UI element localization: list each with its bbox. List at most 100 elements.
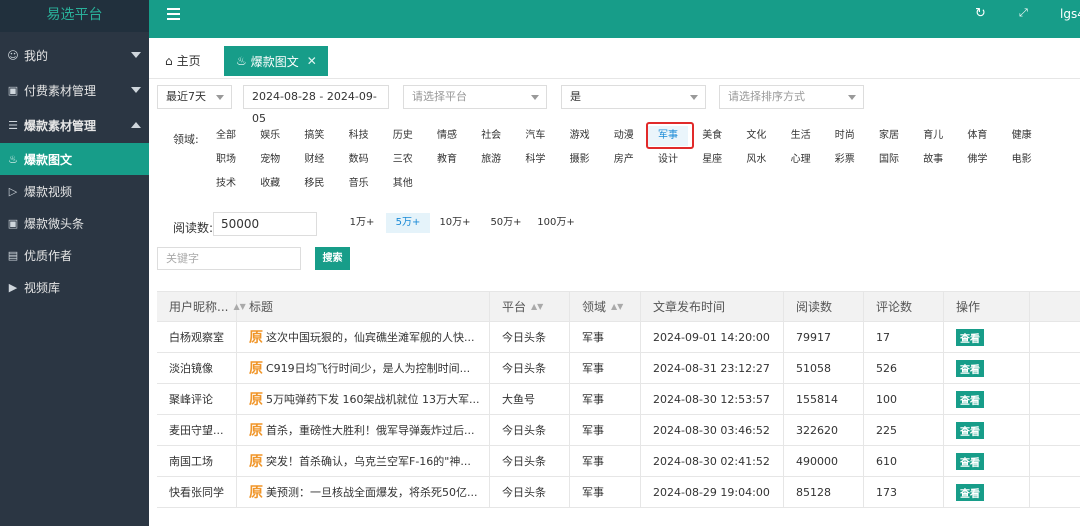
domain-chip[interactable]: 家居 <box>869 126 909 146</box>
view-button[interactable]: 查看 <box>956 390 984 408</box>
domain-chip[interactable]: 时尚 <box>825 126 865 146</box>
domain-chip[interactable]: 生活 <box>781 126 821 146</box>
read-chip[interactable]: 5万+ <box>386 213 430 233</box>
range-select[interactable]: 最近7天 <box>157 85 232 109</box>
domain-chip[interactable]: 电影 <box>1002 150 1042 170</box>
domain-chip[interactable]: 摄影 <box>560 150 600 170</box>
domain-chip[interactable]: 搞笑 <box>294 126 334 146</box>
user-menu[interactable]: lgs4 <box>1060 7 1080 21</box>
domain-chip[interactable]: 风水 <box>736 150 776 170</box>
sidebar-item-label: 优质作者 <box>24 248 73 263</box>
sidebar-item-mine[interactable]: ☺ 我的 <box>0 38 149 73</box>
view-button[interactable]: 查看 <box>956 452 984 470</box>
title-text[interactable]: 5万吨弹药下发 160架战机就位 13万大军... <box>266 391 479 407</box>
view-button[interactable]: 查看 <box>956 421 984 439</box>
domain-chip[interactable]: 动漫 <box>604 126 644 146</box>
close-icon[interactable]: ✕ <box>307 54 317 68</box>
table-row: 南国工场原突发！首杀确认，乌克兰空军F-16的"神... 今日头条 军事 2024-0… <box>157 446 1080 477</box>
domain-chip[interactable]: 美食 <box>692 126 732 146</box>
domain-chip[interactable]: 健康 <box>1002 126 1042 146</box>
cell-title[interactable]: 原这次中国玩狠的，仙宾礁坐滩军舰的人快... <box>237 322 490 352</box>
sort-select[interactable]: 请选择排序方式 <box>719 85 864 109</box>
title-text[interactable]: 首杀，重磅性大胜利！俄军导弹轰炸过后... <box>266 422 475 438</box>
domain-chip[interactable]: 社会 <box>471 126 511 146</box>
cell-title[interactable]: 原 C919日均飞行时间少，是人为控制时间... <box>237 353 490 383</box>
sidebar-item-quality-authors[interactable]: ▤ 优质作者 <box>0 239 149 271</box>
cell-title[interactable]: 原美预测：一旦核战全面爆发，将杀死50亿... <box>237 477 490 507</box>
flag-select[interactable]: 是 <box>561 85 706 109</box>
read-count-input[interactable]: 50000 <box>213 212 317 236</box>
domain-chip[interactable]: 情感 <box>427 126 467 146</box>
cell-reads: 322620 <box>784 415 864 445</box>
sidebar-item-hot-articles[interactable]: ♨ 爆款图文 <box>0 143 149 175</box>
domain-chip[interactable]: 科技 <box>339 126 379 146</box>
domain-chip[interactable]: 数码 <box>339 150 379 170</box>
domain-chip[interactable]: 国际 <box>869 150 909 170</box>
domain-chip[interactable]: 故事 <box>913 150 953 170</box>
cell-title[interactable]: 原突发！首杀确认，乌克兰空军F-16的"神... <box>237 446 490 476</box>
sidebar-item-hot-micro[interactable]: ▣ 爆款微头条 <box>0 207 149 239</box>
view-button[interactable]: 查看 <box>956 328 984 346</box>
domain-chip[interactable]: 教育 <box>427 150 467 170</box>
platform-select[interactable]: 请选择平台 <box>403 85 547 109</box>
domain-chip[interactable]: 历史 <box>383 126 423 146</box>
title-text[interactable]: 美预测：一旦核战全面爆发，将杀死50亿... <box>266 484 478 500</box>
domain-chip[interactable]: 房产 <box>604 150 644 170</box>
tab-home[interactable]: ⌂ 主页 <box>165 52 201 69</box>
domain-chip[interactable]: 科学 <box>515 150 555 170</box>
col-domain[interactable]: 领域 ▲▼ <box>570 292 641 321</box>
domain-chip[interactable]: 汽车 <box>515 126 555 146</box>
domain-chip[interactable]: 移民 <box>294 174 334 194</box>
keyword-input[interactable]: 关键字 <box>157 247 301 270</box>
cell-title[interactable]: 原首杀，重磅性大胜利！俄军导弹轰炸过后... <box>237 415 490 445</box>
domain-chip[interactable]: 育儿 <box>913 126 953 146</box>
menu-toggle-icon[interactable] <box>167 8 180 20</box>
date-range-input[interactable]: 2024-08-28 - 2024-09-05 <box>243 85 389 125</box>
tab-bar: ⌂ 主页 ♨ 爆款图文 ✕ <box>149 38 1080 79</box>
refresh-icon[interactable]: ↻ <box>975 6 986 21</box>
domain-chip[interactable]: 全部 <box>206 126 246 146</box>
read-chip[interactable]: 1万+ <box>343 213 381 233</box>
domain-chip[interactable]: 心理 <box>781 150 821 170</box>
domain-chip[interactable]: 职场 <box>206 150 246 170</box>
domain-chip[interactable]: 娱乐 <box>250 126 290 146</box>
col-user[interactable]: 用户昵称... ▲▼ <box>157 292 246 321</box>
domain-chip[interactable]: 收藏 <box>250 174 290 194</box>
title-text[interactable]: 突发！首杀确认，乌克兰空军F-16的"神... <box>266 453 471 469</box>
domain-chip[interactable]: 佛学 <box>957 150 997 170</box>
domain-chip[interactable]: 技术 <box>206 174 246 194</box>
sidebar-item-paid-materials[interactable]: ▣ 付费素材管理 <box>0 73 149 108</box>
view-button[interactable]: 查看 <box>956 483 984 501</box>
cell-user: 淡泊镜像 <box>157 353 237 383</box>
domain-chip[interactable]: 文化 <box>736 126 776 146</box>
fullscreen-icon[interactable]: ⤢ <box>1019 6 1028 20</box>
title-text[interactable]: C919日均飞行时间少，是人为控制时间... <box>266 360 470 376</box>
read-chip[interactable]: 50万+ <box>484 213 528 233</box>
domain-chip[interactable]: 财经 <box>294 150 334 170</box>
cell-title[interactable]: 原 5万吨弹药下发 160架战机就位 13万大军... <box>237 384 490 414</box>
domain-chip[interactable]: 宠物 <box>250 150 290 170</box>
brand-logo[interactable]: 易选平台 <box>0 0 149 32</box>
domain-chip[interactable]: 旅游 <box>471 150 511 170</box>
sidebar-item-hot-videos[interactable]: ▷ 爆款视频 <box>0 175 149 207</box>
domain-chip[interactable]: 游戏 <box>560 126 600 146</box>
domain-chip[interactable]: 设计 <box>648 150 688 170</box>
sort-icon[interactable]: ▲▼ <box>611 302 623 311</box>
domain-chip[interactable]: 其他 <box>383 174 423 194</box>
domain-chip[interactable]: 三农 <box>383 150 423 170</box>
domain-chip[interactable]: 体育 <box>957 126 997 146</box>
read-chip[interactable]: 100万+ <box>534 213 578 233</box>
domain-chip[interactable]: 彩票 <box>825 150 865 170</box>
domain-chip[interactable]: 星座 <box>692 150 732 170</box>
sort-icon[interactable]: ▲▼ <box>531 302 543 311</box>
read-chip[interactable]: 10万+ <box>433 213 477 233</box>
sidebar-item-video-library[interactable]: ▶ 视频库 <box>0 271 149 303</box>
cell-domain: 军事 <box>570 415 641 445</box>
tab-hot-articles[interactable]: ♨ 爆款图文 ✕ <box>224 46 328 76</box>
search-button[interactable]: 搜索 <box>315 247 350 270</box>
domain-chip[interactable]: 音乐 <box>339 174 379 194</box>
sidebar-item-hot-materials[interactable]: ☰ 爆款素材管理 <box>0 108 149 143</box>
title-text[interactable]: 这次中国玩狠的，仙宾礁坐滩军舰的人快... <box>266 329 475 345</box>
col-platform[interactable]: 平台 ▲▼ <box>490 292 570 321</box>
view-button[interactable]: 查看 <box>956 359 984 377</box>
